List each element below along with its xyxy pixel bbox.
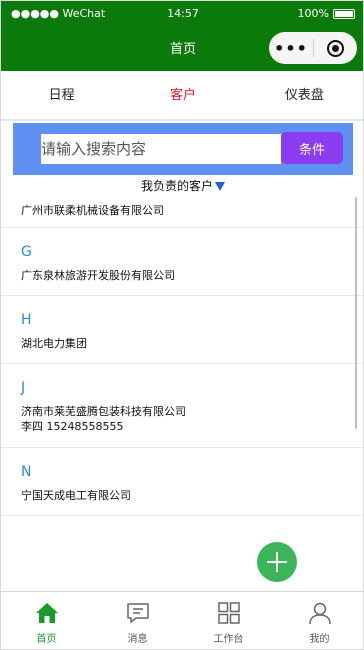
- index-letter: G: [21, 244, 32, 260]
- list-item[interactable]: 广州市联柔机械设备有限公司: [1, 195, 363, 228]
- bottom-tabbar: 首页 消息 工作台 我的: [1, 591, 363, 649]
- owner-filter-dropdown[interactable]: 我负责的客户: [1, 177, 363, 195]
- close-capsule-button[interactable]: [314, 39, 357, 57]
- status-bar: ●●●●● WeChat 14:57 100%: [1, 7, 363, 23]
- index-letter: N: [21, 464, 32, 480]
- tabbar-item-messages[interactable]: 消息: [92, 592, 183, 649]
- tabbar-label: 首页: [36, 634, 57, 645]
- tabbar-label: 工作台: [213, 634, 244, 645]
- company-name: 宁国天成电工有限公司: [21, 489, 131, 502]
- tabbar-label: 我的: [309, 634, 330, 645]
- profile-icon: [307, 600, 333, 626]
- company-name: 湖北电力集团: [21, 337, 87, 350]
- top-bar: ●●●●● WeChat 14:57 100% 首页 •••: [1, 1, 363, 71]
- home-icon: [34, 600, 60, 626]
- list-item[interactable]: N 宁国天成电工有限公司: [1, 448, 363, 516]
- index-letter: H: [21, 312, 32, 328]
- customer-list: 广州市联柔机械设备有限公司 G 广东泉林旅游开发股份有限公司 H 湖北电力集团 …: [1, 195, 363, 591]
- tabbar-item-workbench[interactable]: 工作台: [183, 592, 274, 649]
- message-icon: [125, 600, 151, 626]
- company-name: 广东泉林旅游开发股份有限公司: [21, 269, 175, 282]
- filter-label: 我负责的客户: [140, 179, 213, 193]
- add-customer-button[interactable]: [257, 542, 297, 582]
- tabbar-item-profile[interactable]: 我的: [274, 592, 363, 649]
- workbench-icon: [216, 600, 242, 626]
- tabbar-item-home[interactable]: 首页: [1, 592, 92, 649]
- tabbar-label: 消息: [127, 634, 148, 645]
- company-name: 广州市联柔机械设备有限公司: [21, 204, 164, 217]
- tab-dashboard[interactable]: 仪表盘: [244, 71, 363, 119]
- tab-customers[interactable]: 客户: [122, 71, 243, 119]
- battery-group: 100%: [298, 7, 355, 20]
- condition-button[interactable]: 条件: [281, 132, 343, 164]
- battery-percent: 100%: [297, 7, 329, 20]
- battery-icon: [333, 8, 355, 19]
- list-scrollbar[interactable]: [355, 197, 357, 429]
- list-item[interactable]: J 济南市莱芜盛腾包装科技有限公司 李四 15248558555: [1, 364, 363, 448]
- search-input[interactable]: [41, 134, 281, 164]
- list-item[interactable]: H 湖北电力集团: [1, 296, 363, 364]
- list-item[interactable]: G 广东泉林旅游开发股份有限公司: [1, 228, 363, 296]
- company-name: 济南市莱芜盛腾包装科技有限公司: [21, 405, 186, 418]
- search-panel: 条件: [13, 123, 353, 175]
- tab-schedule[interactable]: 日程: [1, 71, 122, 119]
- more-menu-icon[interactable]: •••: [269, 39, 313, 58]
- app-frame: ●●●●● WeChat 14:57 100% 首页 ••• 日程 客户 仪表盘…: [0, 0, 364, 650]
- contact-info: 李四 15248558555: [21, 420, 124, 433]
- caret-down-icon: [215, 182, 225, 191]
- plus-icon-vertical: [276, 552, 278, 572]
- mini-program-capsule: •••: [269, 32, 357, 64]
- target-close-icon: [327, 39, 344, 57]
- index-letter: J: [21, 380, 26, 396]
- top-tabs: 日程 客户 仪表盘: [1, 71, 363, 121]
